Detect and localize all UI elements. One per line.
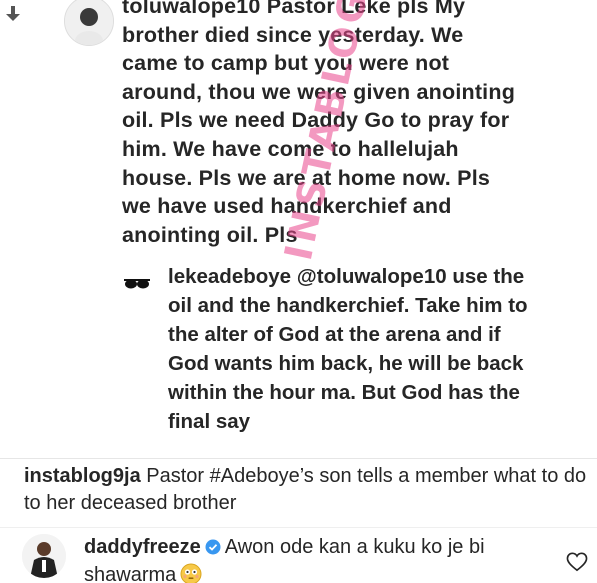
heart-outline-icon[interactable] [566,552,588,572]
caption: instablog9ja Pastor #Adeboye’s son tells… [24,463,594,517]
divider [0,458,597,459]
reply-username[interactable]: lekeadeboye [168,265,291,288]
avatar-image [22,534,66,578]
reply-mention[interactable]: @toluwalope10 [297,265,447,288]
divider [0,527,597,528]
verified-badge-icon [205,539,221,555]
avatar[interactable] [22,534,66,578]
comment-body: daddyfreeze Awon ode kan a kuku ko je bi… [84,533,554,583]
down-arrow-icon [6,6,20,21]
instagram-comment-screenshot: toluwalope10 Pastor Leke pls My brother … [0,0,597,583]
sunglasses-avatar-image [122,268,152,298]
comment-username[interactable]: daddyfreeze [84,536,201,558]
reply-body: lekeadeboye @toluwalope10 use the oil an… [168,262,528,437]
comment-username[interactable]: toluwalope10 [122,0,261,18]
flushed-face-emoji-icon [180,563,202,583]
avatar[interactable] [64,0,114,46]
reply-text: use the oil and the handkerchief. Take h… [168,265,528,434]
avatar-image [65,0,113,45]
caption-username[interactable]: instablog9ja [24,465,141,487]
avatar[interactable] [122,268,152,298]
